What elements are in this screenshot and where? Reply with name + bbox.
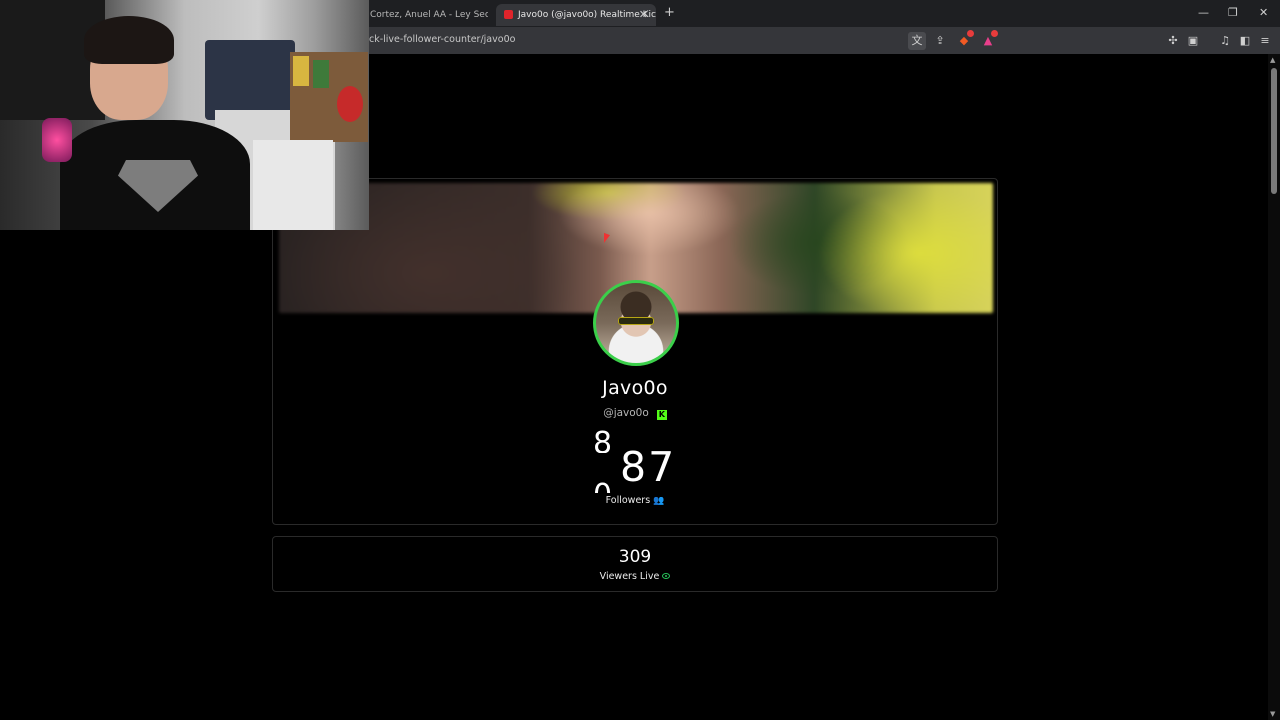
microphone-icon [42,118,72,162]
profile-card: Javo0o @javo0o K 8 87 0 Followers👥 [272,178,998,525]
webcam-person-hair [84,16,174,64]
webcam-drawer [253,140,333,230]
counter-rolling-digit-top: 8 [593,429,613,453]
page-scrollbar[interactable]: ▲ ▼ [1268,54,1280,720]
scroll-down-icon[interactable]: ▼ [1270,710,1275,718]
split-view-icon[interactable]: ◧ [1236,32,1254,50]
scroll-up-icon[interactable]: ▲ [1270,56,1275,64]
viewers-label-row: Viewers Live [273,571,997,582]
follower-counter: 8 87 0 [593,429,683,497]
tab-title: Cortez, Anuel AA - Ley Seca (Offi [370,10,488,20]
people-icon: 👥 [653,496,665,506]
extensions-icon[interactable]: ✣ [1164,32,1182,50]
share-icon[interactable]: ⇪ [931,32,949,50]
mouse-cursor-icon [604,232,610,246]
tab-title: Javo0o (@javo0o) Realtime Kick [518,10,656,20]
viewers-count: 309 [618,547,652,567]
address-bar[interactable]: ck-live-follower-counter/javo0o [369,34,515,45]
close-window-button[interactable]: ✕ [1259,4,1268,22]
avatar-glasses [618,317,654,325]
webcam-headboard [205,40,295,120]
eye-icon [662,573,671,579]
webcam-figure [337,86,363,122]
handle-row: @javo0o K [273,407,997,420]
brave-shields-icon[interactable]: ◆ [955,30,974,50]
webcam-overlay [0,0,369,230]
webcam-figure [313,60,329,88]
counter-digits: 87 [620,443,677,491]
tab-previous[interactable]: Cortez, Anuel AA - Ley Seca (Offi [370,4,488,26]
scroll-thumb[interactable] [1271,68,1277,194]
tab-active[interactable]: Javo0o (@javo0o) Realtime Kick ✕ [496,4,656,26]
kick-favicon-icon [504,10,513,19]
username-handle: @javo0o [603,407,649,419]
counter-rolling-digit-bottom: 0 [593,481,612,493]
viewers-card: 309 Viewers Live [272,536,998,592]
rewards-badge [991,30,998,37]
webcam-figure [293,56,309,86]
viewers-label: Viewers Live [599,571,660,582]
followers-label-row: Followers 👥 [273,495,997,506]
sidebar-panel-icon[interactable]: ▣ [1184,32,1202,50]
profile-avatar [593,280,679,366]
tab-close-icon[interactable]: ✕ [639,4,648,26]
followers-label: Followers [605,495,651,506]
restore-button[interactable]: ❐ [1228,4,1238,22]
new-tab-button[interactable]: + [664,4,675,22]
display-name: Javo0o [602,377,668,399]
menu-icon[interactable]: ≡ [1256,32,1274,50]
media-icon[interactable]: ♫ [1216,32,1234,50]
kick-logo-icon: K [656,410,667,420]
brave-rewards-icon[interactable]: ▲ [979,30,998,50]
minimize-button[interactable]: — [1198,4,1209,22]
translate-icon[interactable]: 文 [908,32,926,50]
shields-badge [967,30,974,37]
